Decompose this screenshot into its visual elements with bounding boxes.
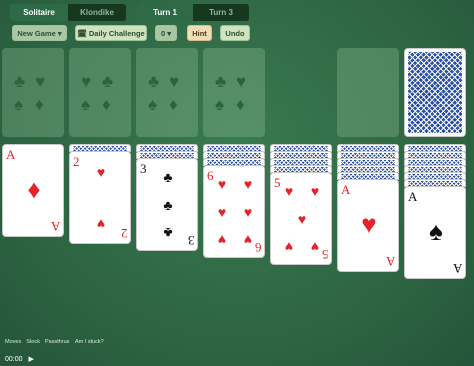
diamond-icon: ♦	[236, 95, 245, 114]
stock-label: Stock	[26, 339, 40, 345]
tableau-card-6[interactable]: 6 6 ♥ ♥ ♥ ♥ ♥ ♥	[203, 165, 265, 258]
waste-pile[interactable]	[337, 48, 399, 137]
card-rank: 3	[187, 233, 195, 248]
heart-icon: ♥	[35, 72, 46, 91]
card-rank: 2	[73, 154, 80, 169]
diamond-icon: ♦	[102, 95, 111, 114]
heart-icon: ♥	[236, 72, 247, 91]
diamond-icon: ♦	[35, 95, 44, 114]
suit-pip-icon: ♦	[27, 174, 41, 204]
moves-label: Moves	[5, 339, 22, 345]
suit-pip-icon: ♥	[217, 176, 227, 192]
foundation-slot-4[interactable]: ♣ ♥ ♠ ♦	[203, 48, 265, 137]
spade-icon: ♠	[215, 95, 225, 114]
suit-pip-icon: ♥	[297, 211, 307, 227]
tableau-card-a[interactable]: A A ♦	[2, 144, 64, 237]
game-type-tabs: Solitaire Klondike	[10, 4, 126, 21]
suit-pip-icon: ♥	[96, 216, 106, 232]
card-rank: A	[452, 261, 462, 276]
foundation-slot-3[interactable]: ♣ ♥ ♠ ♦	[136, 48, 198, 137]
tableau-card-a[interactable]: A A ♥	[337, 179, 399, 272]
tab-turn-1[interactable]: Turn 1	[137, 4, 193, 21]
time-value: 00:00	[5, 355, 23, 363]
tableau-card-2[interactable]: 2 2 ♥ ♥	[69, 151, 131, 244]
suit-pip-icon: ♣	[163, 225, 173, 241]
heart-icon: ♥	[169, 72, 180, 91]
card-rank: A	[341, 182, 351, 197]
suit-pip-icon: ♥	[361, 209, 377, 239]
spade-icon: ♠	[81, 95, 91, 114]
card-rank: A	[6, 147, 16, 162]
undo-count-dropdown[interactable]: 0 ▾	[155, 25, 177, 41]
hint-button[interactable]: Hint	[187, 25, 212, 41]
diamond-icon: ♦	[169, 95, 178, 114]
play-icon[interactable]: ▶	[29, 355, 34, 363]
tableau-card-a[interactable]: A A ♠	[404, 186, 466, 279]
tab-solitaire[interactable]: Solitaire	[10, 4, 68, 21]
card-rank: A	[385, 254, 395, 269]
tableau-card-3[interactable]: 3 3 ♣ ♣ ♣	[136, 158, 198, 251]
suit-pip-icon: ♥	[243, 176, 253, 192]
passthrus-label: Passthrus	[44, 339, 70, 345]
spade-icon: ♠	[14, 95, 24, 114]
tab-klondike[interactable]: Klondike	[68, 4, 126, 21]
suit-pip-icon: ♥	[310, 183, 320, 199]
club-icon: ♣	[215, 72, 227, 91]
suit-pip-icon: ♥	[243, 204, 253, 220]
card-rank: 6	[207, 168, 214, 183]
suit-pip-icon: ♥	[217, 204, 227, 220]
am-i-stuck-link[interactable]: Am I stuck?	[75, 339, 104, 345]
suit-pip-icon: ♥	[217, 232, 227, 248]
tableau-card-5[interactable]: 5 5 ♥ ♥ ♥ ♥ ♥	[270, 172, 332, 265]
turn-mode-tabs: Turn 1 Turn 3	[137, 4, 249, 21]
suit-pip-icon: ♥	[96, 164, 106, 180]
club-icon: ♣	[14, 72, 26, 91]
stock-pile[interactable]	[404, 48, 466, 137]
card-rank: 5	[321, 247, 329, 262]
heart-icon: ♥	[81, 72, 92, 91]
card-rank: A	[50, 219, 60, 234]
card-rank: 3	[140, 161, 147, 176]
daily-challenge-button[interactable]: 🗓 Daily Challenge	[75, 25, 147, 41]
foundation-slot-1[interactable]: ♣ ♥ ♠ ♦	[2, 48, 64, 137]
club-icon: ♣	[102, 72, 114, 91]
suit-pip-icon: ♣	[163, 169, 173, 185]
card-rank: 6	[254, 240, 262, 255]
spade-icon: ♠	[148, 95, 158, 114]
new-game-button[interactable]: New Game ▾	[12, 25, 67, 41]
timer: 00:00 ▶	[5, 355, 34, 364]
suit-pip-icon: ♥	[243, 232, 253, 248]
card-rank: 5	[274, 175, 281, 190]
card-rank: A	[408, 189, 418, 204]
club-icon: ♣	[148, 72, 160, 91]
suit-pip-icon: ♥	[310, 239, 320, 255]
foundation-slot-2[interactable]: ♥ ♣ ♠ ♦	[69, 48, 131, 137]
suit-pip-icon: ♥	[284, 183, 294, 199]
undo-button[interactable]: Undo	[220, 25, 250, 41]
suit-pip-icon: ♣	[163, 197, 173, 213]
card-rank: 2	[120, 226, 128, 241]
suit-pip-icon: ♠	[429, 216, 443, 246]
suit-pip-icon: ♥	[284, 239, 294, 255]
status-labels: Moves Stock Passthrus	[5, 339, 69, 345]
tab-turn-3[interactable]: Turn 3	[193, 4, 249, 21]
